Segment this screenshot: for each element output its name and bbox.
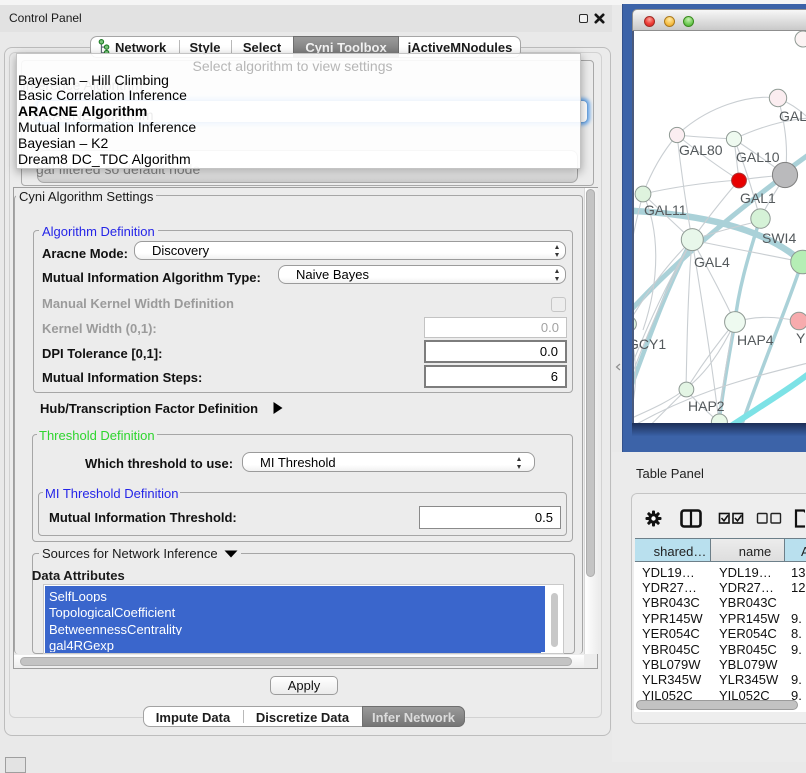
svg-text:GAL1: GAL1 <box>740 190 776 206</box>
svg-text:GAL: GAL <box>779 108 806 124</box>
svg-text:GAL11: GAL11 <box>644 202 687 218</box>
svg-text:GCY1: GCY1 <box>634 336 666 352</box>
svg-text:GAL4: GAL4 <box>694 254 730 270</box>
svg-text:HAP2: HAP2 <box>688 398 725 414</box>
svg-text:GAL10: GAL10 <box>736 149 780 165</box>
svg-text:Y: Y <box>796 330 806 346</box>
svg-text:SWI4: SWI4 <box>762 230 796 246</box>
svg-text:HAP4: HAP4 <box>737 332 774 348</box>
svg-text:GAL80: GAL80 <box>679 142 723 158</box>
